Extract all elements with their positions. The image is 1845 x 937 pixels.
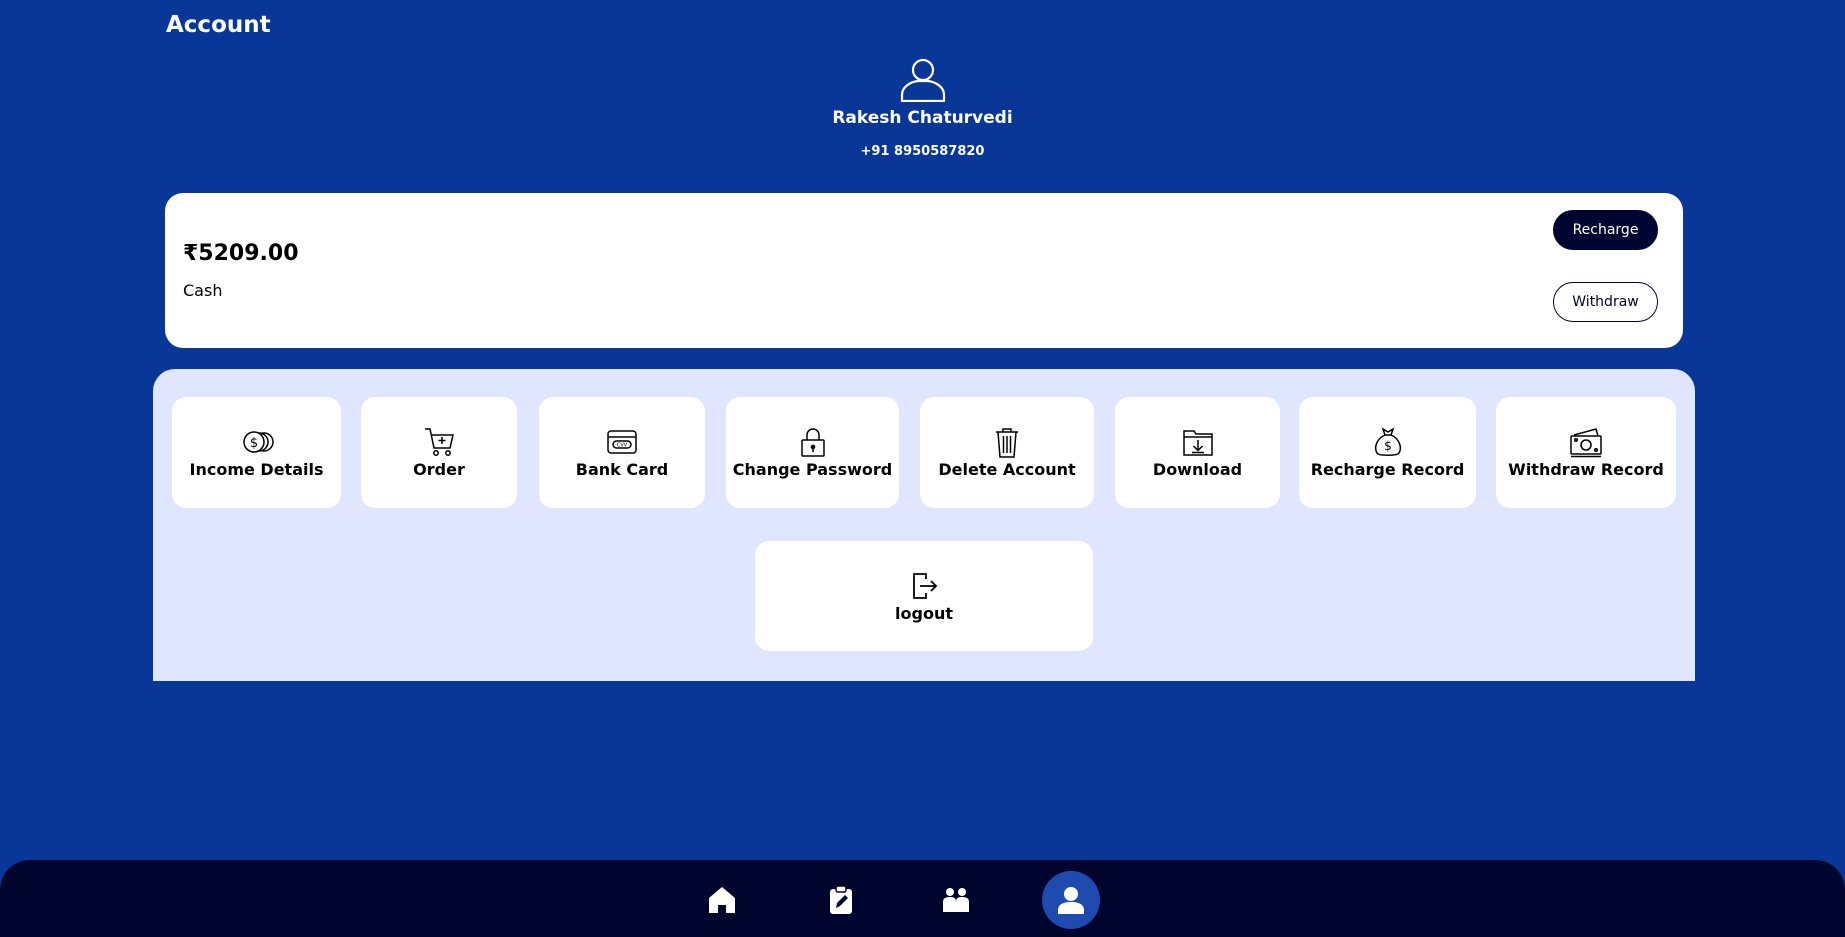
withdraw-record-label: Withdraw Record <box>1508 460 1664 479</box>
lock-icon <box>800 428 825 457</box>
money-bag-icon: $ <box>1374 427 1401 456</box>
nav-team[interactable] <box>927 871 985 929</box>
balance-amount: ₹5209.00 <box>183 241 299 266</box>
user-name: Rakesh Chaturvedi <box>832 108 1013 128</box>
income-details-tile[interactable]: $ Income Details <box>172 397 341 508</box>
home-icon <box>709 887 735 913</box>
account-page: Account Rakesh Chaturvedi +91 8950587820… <box>0 0 1845 937</box>
balance-label: Cash <box>183 281 223 300</box>
download-folder-icon <box>1182 430 1213 456</box>
change-password-label: Change Password <box>732 460 893 479</box>
trash-icon <box>996 428 1018 458</box>
nav-home[interactable] <box>693 871 751 929</box>
logout-tile[interactable]: logout <box>755 541 1093 651</box>
svg-text:CVV: CVV <box>617 443 628 449</box>
logout-label: logout <box>895 603 953 623</box>
user-outline-icon <box>900 58 945 102</box>
recharge-record-tile[interactable]: $ Recharge Record <box>1299 397 1476 508</box>
bank-card-label: Bank Card <box>575 460 669 479</box>
profile-section: Rakesh Chaturvedi +91 8950587820 <box>0 56 1845 159</box>
delete-account-label: Delete Account <box>938 460 1076 479</box>
menu-panel: $ Income Details Order CVV Bank Card Cha… <box>153 369 1695 681</box>
user-phone: +91 8950587820 <box>860 144 985 159</box>
order-tile[interactable]: Order <box>361 397 517 508</box>
user-icon <box>1058 887 1084 914</box>
withdraw-record-tile[interactable]: Withdraw Record <box>1496 397 1676 508</box>
change-password-tile[interactable]: Change Password <box>726 397 899 508</box>
order-label: Order <box>413 460 465 479</box>
balance-card: ₹5209.00 Cash Recharge Withdraw <box>165 193 1683 348</box>
group-icon <box>943 888 969 912</box>
recharge-button[interactable]: Recharge <box>1553 210 1658 250</box>
withdraw-button[interactable]: Withdraw <box>1553 282 1658 322</box>
recharge-record-label: Recharge Record <box>1310 460 1465 479</box>
bottom-nav <box>0 860 1845 937</box>
income-details-label: Income Details <box>189 460 324 479</box>
delete-account-tile[interactable]: Delete Account <box>920 397 1094 508</box>
nav-account[interactable] <box>1042 871 1100 929</box>
cart-icon <box>425 428 454 456</box>
card-icon: CVV <box>607 430 637 454</box>
clipboard-edit-icon <box>830 885 852 914</box>
svg-text:$: $ <box>249 436 257 451</box>
logout-icon <box>913 572 938 599</box>
coins-icon: $ <box>242 431 274 453</box>
svg-text:$: $ <box>1384 439 1392 453</box>
download-label: Download <box>1152 460 1243 479</box>
bank-card-tile[interactable]: CVV Bank Card <box>539 397 705 508</box>
page-title: Account <box>166 12 271 38</box>
nav-orders[interactable] <box>812 871 870 929</box>
cash-stack-icon <box>1570 428 1602 458</box>
download-tile[interactable]: Download <box>1115 397 1280 508</box>
